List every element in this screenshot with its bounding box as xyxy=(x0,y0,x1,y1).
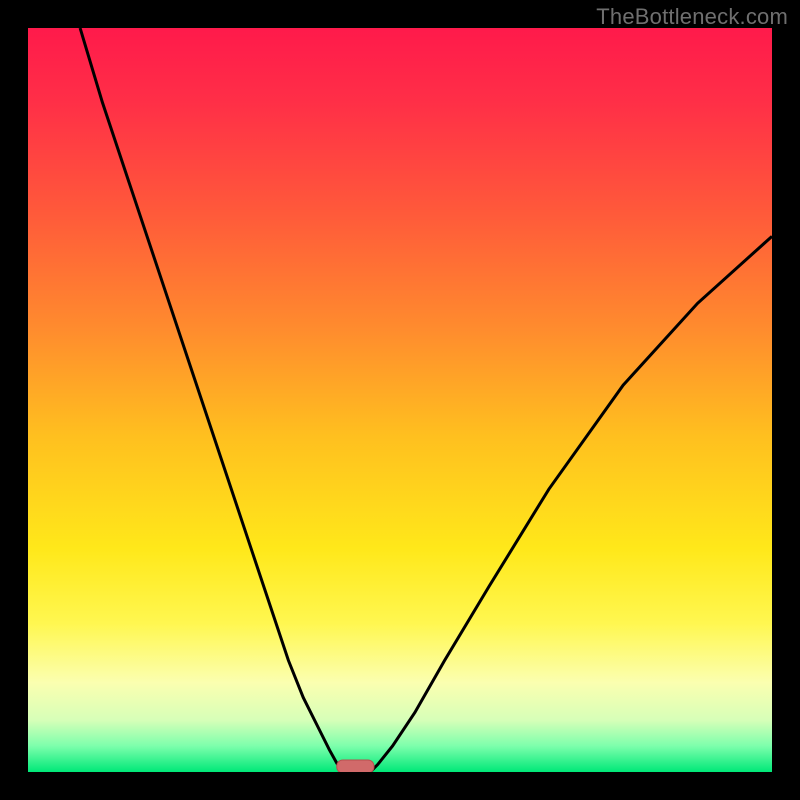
chart-background xyxy=(28,28,772,772)
chart-svg xyxy=(28,28,772,772)
min-marker xyxy=(337,760,374,772)
watermark-text: TheBottleneck.com xyxy=(596,4,788,30)
plot-area xyxy=(28,28,772,772)
chart-frame: TheBottleneck.com xyxy=(0,0,800,800)
